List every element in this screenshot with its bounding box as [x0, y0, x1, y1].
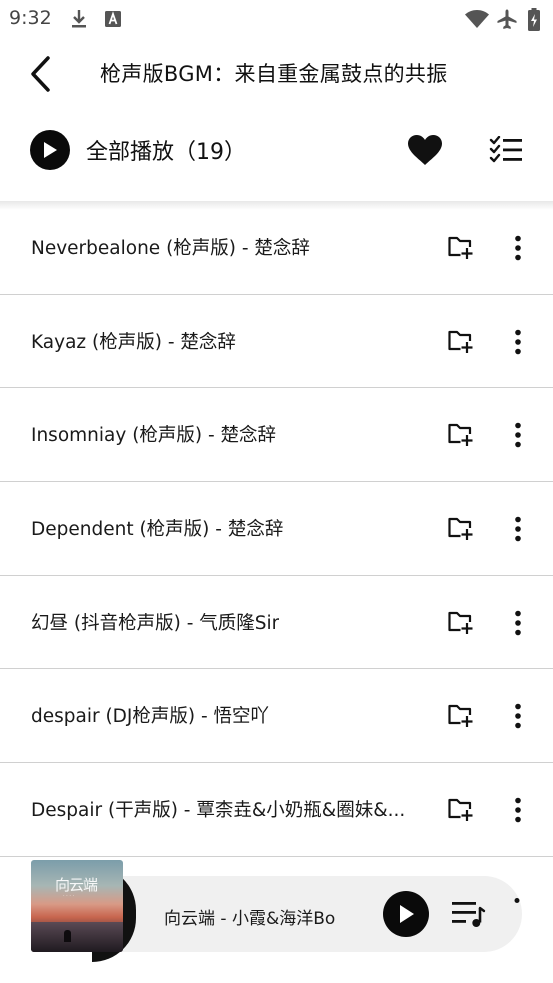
favorite-button[interactable]: [405, 130, 445, 170]
cover-sea: [31, 922, 123, 952]
more-vertical-icon: [515, 610, 521, 636]
status-bar: 9:32: [0, 0, 553, 38]
more-options-button[interactable]: [505, 512, 531, 546]
back-button[interactable]: [18, 52, 62, 96]
playlist-screen: 9:32 枪声版BGM：来自重金属鼓点的共振 全部播放（19） Neverbea…: [0, 0, 553, 983]
song-row[interactable]: Insomniay (枪声版) - 楚念辞: [0, 388, 553, 483]
song-title: 幻昼 (抖音枪声版) - 气质隆Sir: [31, 612, 280, 634]
play-all-button[interactable]: 全部播放（19）: [30, 130, 246, 170]
song-row[interactable]: Despair (干声版) - 覃柰垚&小奶瓶&圈妹&...: [0, 763, 553, 857]
song-list: Neverbealone (枪声版) - 楚念辞 Kayaz (枪声版) - 楚…: [0, 201, 553, 857]
add-to-playlist-button[interactable]: [444, 793, 476, 825]
back-arrow-icon: [31, 56, 50, 92]
more-options-button[interactable]: [505, 699, 531, 733]
song-row[interactable]: despair (DJ枪声版) - 悟空吖: [0, 669, 553, 764]
play-icon: [400, 905, 414, 923]
add-to-playlist-button[interactable]: [444, 418, 476, 450]
font-a-icon: [102, 8, 124, 30]
download-icon: [68, 8, 90, 30]
add-to-folder-icon: [448, 517, 473, 541]
checklist-icon: [489, 136, 522, 163]
add-to-playlist-button[interactable]: [444, 512, 476, 544]
play-all-label: 全部播放（19）: [86, 140, 246, 165]
song-row[interactable]: 幻昼 (抖音枪声版) - 气质隆Sir: [0, 576, 553, 670]
song-title: Insomniay (枪声版) - 楚念辞: [31, 425, 277, 447]
battery-icon: [527, 8, 541, 31]
add-to-folder-icon: [448, 799, 473, 822]
play-icon: [30, 130, 70, 170]
more-vertical-icon: [515, 329, 521, 354]
cover-figure: [64, 930, 71, 942]
song-title: Dependent (枪声版) - 楚念辞: [31, 519, 284, 541]
wifi-icon: [464, 8, 490, 30]
more-vertical-icon: [515, 423, 521, 448]
mini-play-button[interactable]: [383, 891, 429, 937]
now-playing-title[interactable]: 向云端 - 小霞&海洋Bo: [164, 904, 356, 929]
add-to-folder-icon: [448, 705, 473, 728]
more-vertical-icon: [513, 889, 521, 903]
add-to-playlist-button[interactable]: [444, 606, 476, 638]
add-to-folder-icon: [448, 330, 473, 353]
playlist-queue-button[interactable]: [449, 896, 487, 932]
more-vertical-icon: [515, 516, 521, 542]
more-options-button[interactable]: [505, 793, 531, 827]
cover-subtitle-mark: · · · ·: [63, 893, 75, 899]
song-row[interactable]: Dependent (枪声版) - 楚念辞: [0, 482, 553, 576]
playlist-queue-icon: [452, 902, 486, 927]
page-title: 枪声版BGM：来自重金属鼓点的共振: [100, 62, 448, 86]
add-to-playlist-button[interactable]: [444, 699, 476, 731]
airplane-icon: [496, 8, 518, 30]
more-options-button[interactable]: [505, 325, 531, 359]
more-vertical-icon: [515, 704, 521, 729]
add-to-playlist-button[interactable]: [444, 231, 476, 263]
more-options-button[interactable]: [505, 231, 531, 265]
status-time: 9:32: [9, 7, 52, 29]
heart-icon: [408, 135, 442, 165]
more-vertical-icon: [515, 797, 521, 823]
song-row[interactable]: Neverbealone (枪声版) - 楚念辞: [0, 201, 553, 295]
add-to-folder-icon: [448, 611, 473, 634]
song-title: despair (DJ枪声版) - 悟空吖: [31, 706, 270, 728]
more-vertical-icon: [515, 235, 521, 261]
add-to-folder-icon: [448, 424, 473, 447]
more-options-button[interactable]: [505, 606, 531, 640]
song-title: Kayaz (枪声版) - 楚念辞: [31, 331, 236, 353]
more-options-button[interactable]: [505, 418, 531, 452]
album-cover[interactable]: 向云端 · · · ·: [31, 860, 123, 952]
song-title: Despair (干声版) - 覃柰垚&小奶瓶&圈妹&...: [31, 800, 406, 822]
cover-title: 向云端: [55, 876, 98, 894]
add-to-folder-icon: [448, 236, 473, 259]
multiselect-button[interactable]: [488, 133, 524, 167]
song-title: Neverbealone (枪声版) - 楚念辞: [31, 238, 310, 259]
add-to-playlist-button[interactable]: [444, 325, 476, 357]
song-row[interactable]: Kayaz (枪声版) - 楚念辞: [0, 295, 553, 389]
